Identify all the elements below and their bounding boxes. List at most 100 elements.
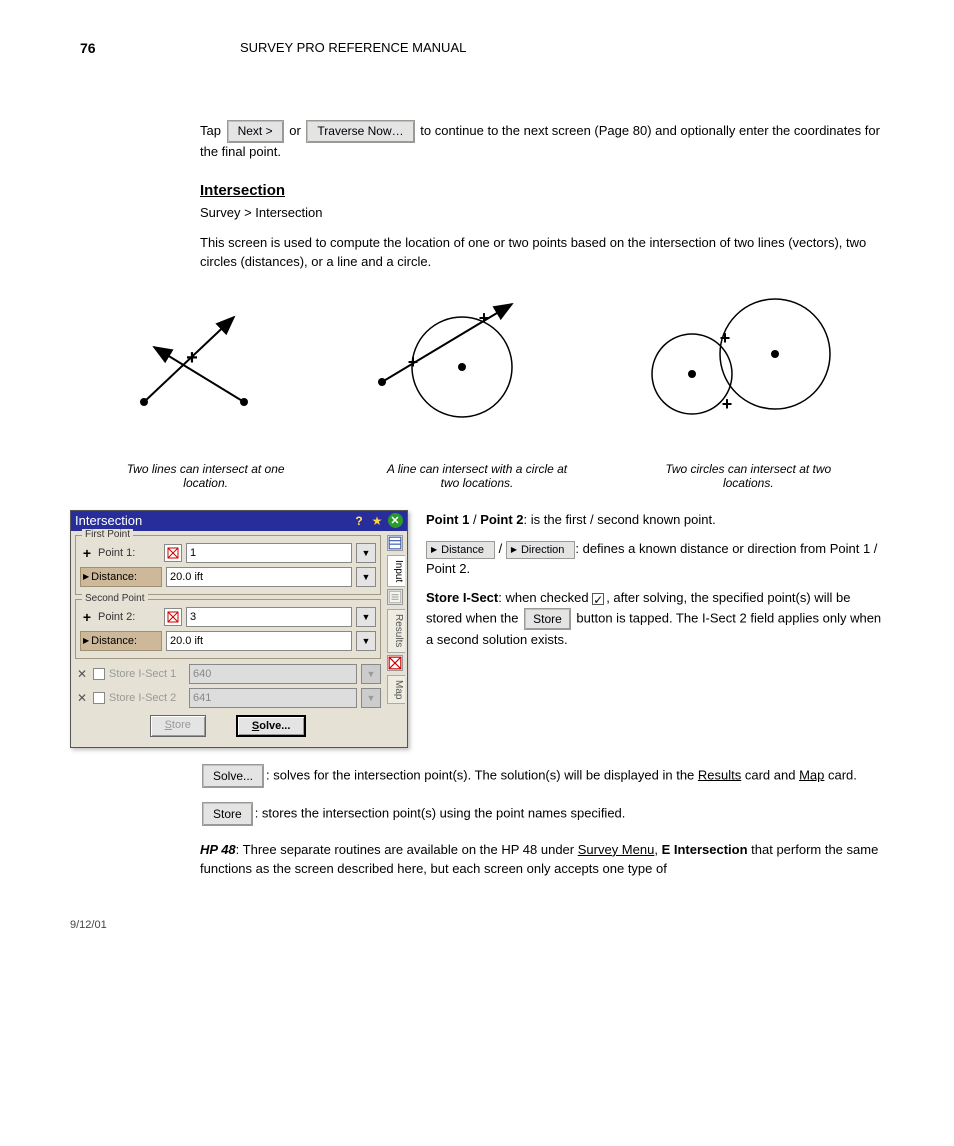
distance2-input[interactable] — [166, 631, 352, 651]
distance-toggle-2[interactable]: ▶Distance: — [80, 631, 162, 651]
text: : when checked — [498, 590, 592, 605]
tab-map[interactable]: Map — [387, 675, 405, 704]
caption-line-circle: A line can intersect with a circle at tw… — [377, 462, 577, 490]
caption-row: Two lines can intersect at one location.… — [70, 462, 884, 490]
distance2-dropdown[interactable]: ▼ — [356, 631, 376, 651]
section-title: Intersection — [200, 182, 884, 199]
second-point-group: Second Point + Point 2: ▼ — [75, 599, 381, 659]
titlebar: Intersection ? ★ ✕ — [71, 511, 407, 531]
point1-input[interactable] — [186, 543, 352, 563]
text: : is the first / second known point. — [524, 512, 716, 527]
svg-text:+: + — [408, 352, 419, 372]
point1-dropdown[interactable]: ▼ — [356, 543, 376, 563]
map-pick-icon[interactable] — [164, 544, 182, 562]
store1-checkbox[interactable] — [93, 668, 105, 680]
solve-button[interactable]: Solve... — [236, 715, 307, 737]
diagram-two-circles: + + — [630, 292, 840, 432]
group-label-second: Second Point — [82, 593, 148, 604]
section-description: This screen is used to compute the locat… — [200, 234, 884, 272]
text: : solves for the intersection point(s). … — [266, 767, 698, 782]
text: Survey Menu — [578, 842, 655, 857]
text: Point 1 — [426, 512, 469, 527]
text: E Intersection — [662, 842, 748, 857]
help-icon[interactable]: ? — [351, 513, 367, 529]
caption-two-lines: Two lines can intersect at one location. — [106, 462, 306, 490]
point1-label: Point 1: — [98, 547, 160, 559]
store2-checkbox[interactable] — [93, 692, 105, 704]
diagram-row: + + + — [70, 292, 884, 432]
distance-label: Distance: — [91, 571, 137, 583]
side-tabs: Input Results Map — [385, 531, 407, 747]
svg-text:+: + — [186, 347, 198, 369]
text: : stores the intersection point(s) using… — [255, 805, 626, 820]
footer-date: 9/12/01 — [70, 919, 884, 931]
distance-toggle-1[interactable]: ▶Distance: — [80, 567, 162, 587]
store1-input — [189, 664, 357, 684]
distance1-input[interactable] — [166, 567, 352, 587]
text: / — [469, 512, 480, 527]
next-button-inline: Next > — [227, 120, 284, 143]
map-pick-icon[interactable] — [164, 608, 182, 626]
plus-icon: + — [80, 609, 94, 625]
diagram-two-lines: + — [114, 302, 274, 422]
intro-paragraph: Tap Next > or Traverse Now… to continue … — [200, 120, 884, 162]
store1-label: Store I-Sect 1 — [109, 668, 185, 680]
solve-description: Solve...: solves for the intersection po… — [200, 764, 884, 788]
store2-input — [189, 688, 357, 708]
cross-icon: ✕ — [75, 691, 89, 705]
text: / — [499, 541, 506, 556]
solve-button-inline: Solve... — [202, 764, 264, 788]
point2-dropdown[interactable]: ▼ — [356, 607, 376, 627]
caption-two-circles: Two circles can intersect at two locatio… — [648, 462, 848, 490]
svg-text:+: + — [479, 308, 490, 328]
diagram-line-circle: + + — [362, 292, 542, 432]
tab-input[interactable]: Input — [387, 555, 405, 587]
intersection-dialog: Intersection ? ★ ✕ First Point + — [70, 510, 408, 748]
dialog-title: Intersection — [75, 513, 349, 528]
first-point-group: First Point + Point 1: ▼ — [75, 535, 381, 595]
svg-text:+: + — [722, 394, 733, 414]
svg-text:+: + — [720, 328, 731, 348]
close-icon[interactable]: ✕ — [387, 513, 403, 529]
point2-label: Point 2: — [98, 611, 160, 623]
traverse-now-button-inline: Traverse Now… — [306, 120, 414, 143]
store2-dropdown: ▼ — [361, 688, 381, 708]
distance1-dropdown[interactable]: ▼ — [356, 567, 376, 587]
text: , — [654, 842, 661, 857]
tab-results[interactable]: Results — [387, 609, 405, 652]
checkbox-icon — [592, 593, 604, 605]
section-menu-path: Survey > Intersection — [200, 205, 884, 220]
text: card. — [824, 767, 857, 782]
text: Distance — [441, 542, 484, 559]
header-title: SURVEY PRO REFERENCE MANUAL — [240, 40, 466, 55]
text: card and — [741, 767, 799, 782]
cross-icon: ✕ — [75, 667, 89, 681]
text: Direction — [521, 542, 564, 559]
text: Results — [698, 767, 741, 782]
plus-icon: + — [80, 545, 94, 561]
tab-icon-input[interactable] — [387, 535, 403, 551]
distance-button-inline: ▶Distance — [426, 541, 495, 559]
store1-dropdown: ▼ — [361, 664, 381, 684]
text: Map — [799, 767, 824, 782]
point2-input[interactable] — [186, 607, 352, 627]
field-descriptions: Point 1 / Point 2: is the first / second… — [426, 510, 884, 660]
text: or — [289, 123, 304, 138]
store-button-inline: Store — [202, 802, 253, 826]
tab-icon-results[interactable] — [387, 589, 403, 605]
text: Point 2 — [480, 512, 523, 527]
store-description: Store: stores the intersection point(s) … — [200, 802, 884, 826]
text: : Three separate routines are available … — [236, 842, 578, 857]
tab-icon-map[interactable] — [387, 655, 403, 671]
distance-label: Distance: — [91, 635, 137, 647]
store2-label: Store I-Sect 2 — [109, 692, 185, 704]
page-number: 76 — [80, 40, 96, 56]
text: Store I-Sect — [426, 590, 498, 605]
hp48-note: HP 48: Three separate routines are avail… — [200, 840, 884, 879]
store-button-inline: Store — [524, 608, 571, 630]
text: HP 48 — [200, 842, 236, 857]
store-button[interactable]: Store — [150, 715, 206, 737]
group-label-first: First Point — [82, 529, 133, 540]
star-icon[interactable]: ★ — [369, 513, 385, 529]
direction-button-inline: ▶Direction — [506, 541, 576, 559]
